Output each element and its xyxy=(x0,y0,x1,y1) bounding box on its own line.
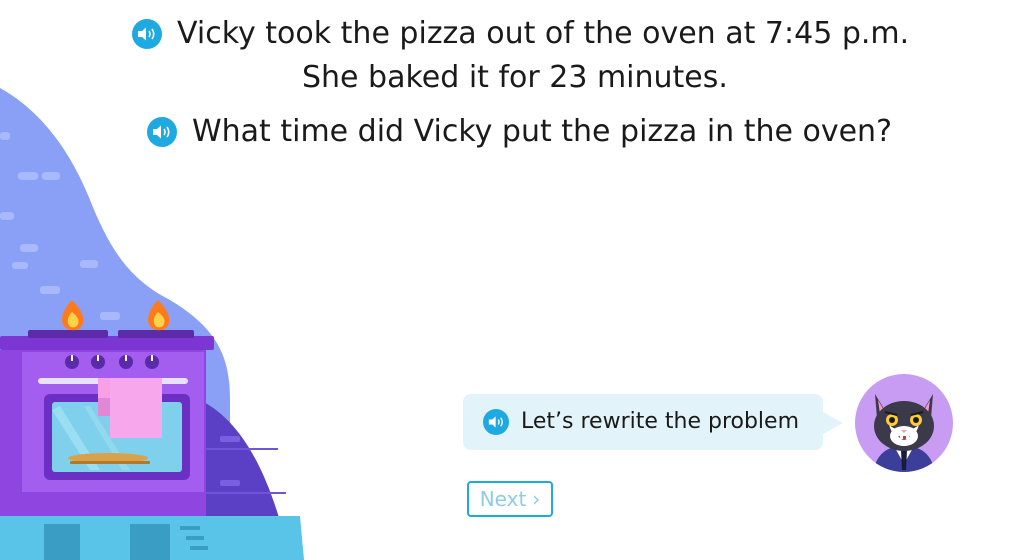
chevron-right-icon: › xyxy=(532,487,541,511)
cat-icon xyxy=(873,394,935,472)
next-button-label: Next xyxy=(479,487,527,511)
audio-button-prompt[interactable] xyxy=(147,117,177,147)
question-line-1: Vicky took the pizza out of the oven at … xyxy=(177,16,910,51)
tutor-avatar xyxy=(855,374,953,472)
hint-text: Let’s rewrite the problem xyxy=(521,409,800,434)
kitchen-illustration xyxy=(0,88,304,560)
speaker-icon xyxy=(153,125,170,139)
speaker-icon xyxy=(488,416,503,428)
audio-button-hint[interactable] xyxy=(483,409,509,435)
hint-bubble: Let’s rewrite the problem xyxy=(463,394,843,450)
next-button[interactable]: Next › xyxy=(467,481,553,517)
audio-button-question[interactable] xyxy=(132,19,162,49)
question-line-2: She baked it for 23 minutes. xyxy=(302,60,728,95)
speaker-icon xyxy=(138,27,155,41)
question-prompt: What time did Vicky put the pizza in the… xyxy=(192,114,892,149)
